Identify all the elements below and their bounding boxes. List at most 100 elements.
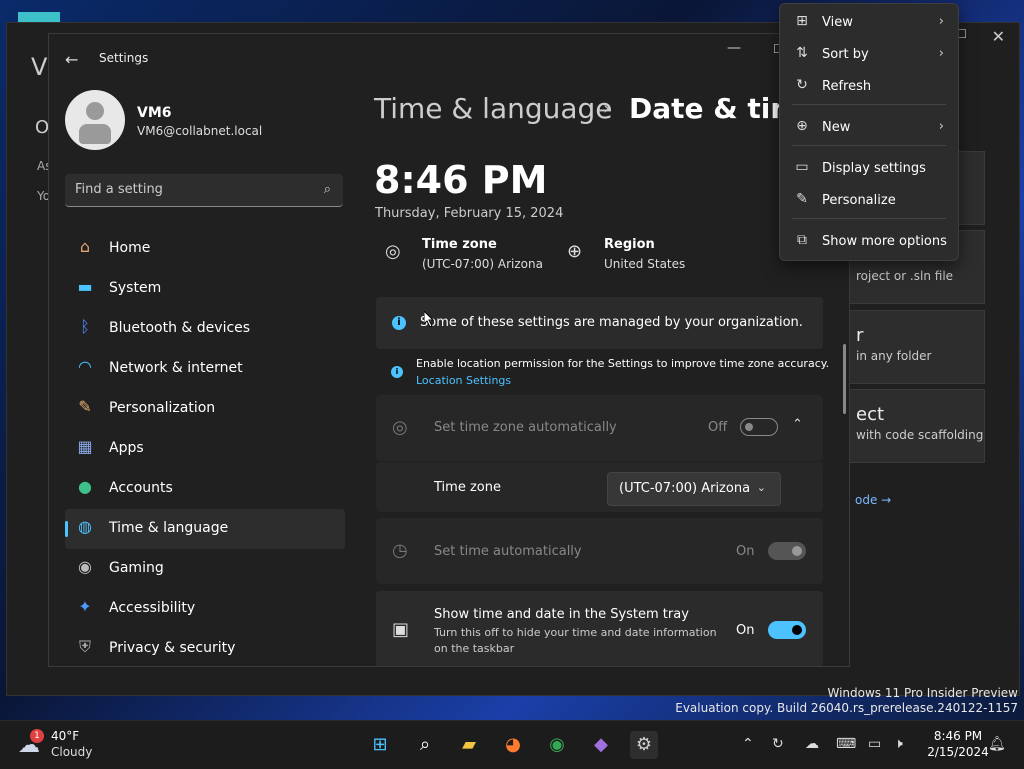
chevron-up-tray-icon[interactable]: ⌃ (742, 736, 754, 752)
time-zone-info-value: (UTC-07:00) Arizona (422, 257, 543, 271)
sidebar-item-accessibility[interactable]: ✦ Accessibility (65, 589, 345, 629)
avatar[interactable] (65, 90, 125, 150)
back-arrow-icon[interactable]: ← (65, 50, 78, 69)
vs-card-subtitle: in any folder (856, 349, 932, 363)
file-explorer-button[interactable]: ▰ (455, 731, 483, 759)
info-icon: i (392, 316, 406, 330)
sidebar-item-network-internet[interactable]: ◠ Network & internet (65, 349, 345, 389)
refresh-icon: ↻ (796, 77, 808, 93)
notification-bell-icon[interactable]: 🔔︎ (988, 736, 1006, 752)
cloud-off-icon[interactable]: ☁ (805, 736, 819, 752)
vs-card-subtitle: roject or .sln file (856, 269, 954, 283)
set-time-zone-auto-state: Off (708, 420, 728, 435)
sidebar-item-label: Time & language (109, 520, 229, 536)
breadcrumb-parent[interactable]: Time & language (374, 92, 613, 125)
show-time-tray-desc-2: on the taskbar (434, 642, 515, 655)
time-zone-dropdown[interactable]: (UTC-07:00) Arizona ⌄ (607, 472, 781, 506)
menu-separator (792, 145, 946, 146)
visual-studio-button[interactable]: ◆ (587, 731, 615, 759)
current-date: Thursday, February 15, 2024 (375, 206, 564, 221)
set-time-auto-label: Set time automatically (434, 544, 582, 559)
sidebar-item-label: Personalization (109, 400, 216, 416)
settings-app-title: Settings (99, 51, 149, 65)
weather-condition[interactable]: Cloudy (51, 745, 92, 759)
sidebar-item-label: Gaming (109, 560, 164, 576)
firefox-button[interactable]: ◕ (499, 731, 527, 759)
sidebar-item-home[interactable]: ⌂ Home (65, 229, 345, 269)
chevron-up-icon[interactable]: ⌃ (792, 417, 803, 432)
vs-continue-link[interactable]: ode → (855, 493, 891, 507)
menu-item-label: Personalize (822, 193, 896, 208)
calendar-clock-icon: ▣ (392, 619, 410, 640)
grid-icon: ⊞ (796, 13, 808, 29)
gamepad-icon: ◉ (78, 557, 92, 576)
show-time-tray-state: On (736, 623, 755, 638)
set-time-auto-toggle[interactable] (768, 542, 806, 560)
sidebar-nav: ⌂ Home ▬ System ᛒ Bluetooth & devices ◠ Network… (65, 229, 345, 666)
volume-muted-icon[interactable]: 🕨 (894, 736, 903, 752)
sidebar-item-label: Accessibility (109, 600, 196, 616)
menu-item-show-more-options[interactable]: ⧉ Show more options (784, 226, 954, 256)
set-time-auto-card[interactable]: ◷ Set time automatically On (376, 518, 823, 584)
minimize-icon[interactable]: — (727, 40, 741, 56)
system-icon: ▬ (77, 277, 93, 296)
sync-icon[interactable]: ↻ (772, 736, 784, 752)
show-time-tray-card[interactable]: ▣ Show time and date in the System tray … (376, 591, 823, 666)
search-placeholder: Find a setting (75, 182, 163, 197)
search-input[interactable]: Find a setting ⌕ (65, 174, 343, 207)
time-zone-info-label: Time zone (422, 237, 497, 252)
set-time-auto-state: On (736, 544, 755, 559)
avatar-body (79, 124, 111, 144)
sidebar-item-accounts[interactable]: ● Accounts (65, 469, 345, 509)
menu-item-new[interactable]: ⊕ New › (784, 112, 954, 142)
network-icon[interactable]: ▭ (868, 736, 881, 752)
apps-icon: ▦ (77, 437, 93, 456)
weather-temp[interactable]: 40°F (51, 729, 79, 743)
sidebar-item-apps[interactable]: ▦ Apps (65, 429, 345, 469)
menu-item-label: Show more options (822, 234, 947, 249)
sidebar-item-label: Network & internet (109, 360, 243, 376)
taskbar-time[interactable]: 8:46 PM (930, 729, 986, 743)
set-time-zone-auto-toggle[interactable] (740, 418, 778, 436)
keyboard-icon[interactable]: ⌨ (836, 736, 856, 752)
sidebar-item-bluetooth-devices[interactable]: ᛒ Bluetooth & devices (65, 309, 345, 349)
sidebar-item-system[interactable]: ▬ System (65, 269, 345, 309)
expand-icon: ⧉ (797, 232, 807, 248)
taskbar-date[interactable]: 2/15/2024 (924, 745, 992, 759)
chrome-button[interactable]: ◉ (543, 731, 571, 759)
sidebar-item-label: Accounts (109, 480, 173, 496)
search-button[interactable]: ⌕ (411, 731, 439, 759)
menu-item-refresh[interactable]: ↻ Refresh (784, 71, 954, 101)
sidebar-item-label: System (109, 280, 162, 296)
set-time-zone-auto-label: Set time zone automatically (434, 420, 617, 435)
set-time-zone-auto-card[interactable]: ◎ Set time zone automatically Off ⌃ (376, 395, 823, 461)
display-icon: ▭ (795, 159, 809, 175)
chevron-right-icon: › (938, 46, 944, 61)
vs-close-icon[interactable]: ✕ (992, 27, 1005, 46)
show-time-tray-label: Show time and date in the System tray (434, 607, 689, 622)
accounts-icon: ● (78, 477, 92, 496)
menu-item-personalize[interactable]: ✎ Personalize (784, 185, 954, 215)
sidebar-item-privacy-security[interactable]: ⛨ Privacy & security (65, 629, 345, 666)
wifi-icon: ◠ (78, 357, 92, 376)
sidebar-item-time-language[interactable]: ◍ Time & language (65, 509, 345, 549)
menu-item-label: New (822, 120, 851, 135)
search-icon[interactable]: ⌕ (324, 182, 331, 197)
show-time-tray-toggle[interactable] (768, 621, 806, 639)
sidebar-item-personalization[interactable]: ✎ Personalization (65, 389, 345, 429)
settings-button[interactable]: ⚙ (630, 731, 658, 759)
start-button[interactable]: ⊞ (366, 731, 394, 759)
scrollbar[interactable] (843, 344, 846, 414)
menu-item-view[interactable]: ⊞ View › (784, 7, 954, 37)
location-settings-link[interactable]: Location Settings (416, 374, 511, 387)
sidebar-item-gaming[interactable]: ◉ Gaming (65, 549, 345, 589)
sidebar-item-label: Bluetooth & devices (109, 320, 251, 336)
menu-item-display-settings[interactable]: ▭ Display settings (784, 153, 954, 183)
vs-card-4[interactable]: ect with code scaffolding (847, 389, 985, 463)
time-zone-globe-icon: ◎ (385, 241, 401, 262)
menu-item-sort-by[interactable]: ⇅ Sort by › (784, 39, 954, 69)
vs-card-3[interactable]: r in any folder (847, 310, 985, 384)
breadcrumb-separator: › (603, 98, 611, 119)
time-zone-row-label: Time zone (434, 480, 501, 495)
taskbar: ☁ 1 40°F Cloudy ⊞ ⌕ ▰ ◕ ◉ ◆ ⚙ ⌃ ↻ ☁ ⌨ ▭ 🕨 8:46… (0, 720, 1024, 769)
